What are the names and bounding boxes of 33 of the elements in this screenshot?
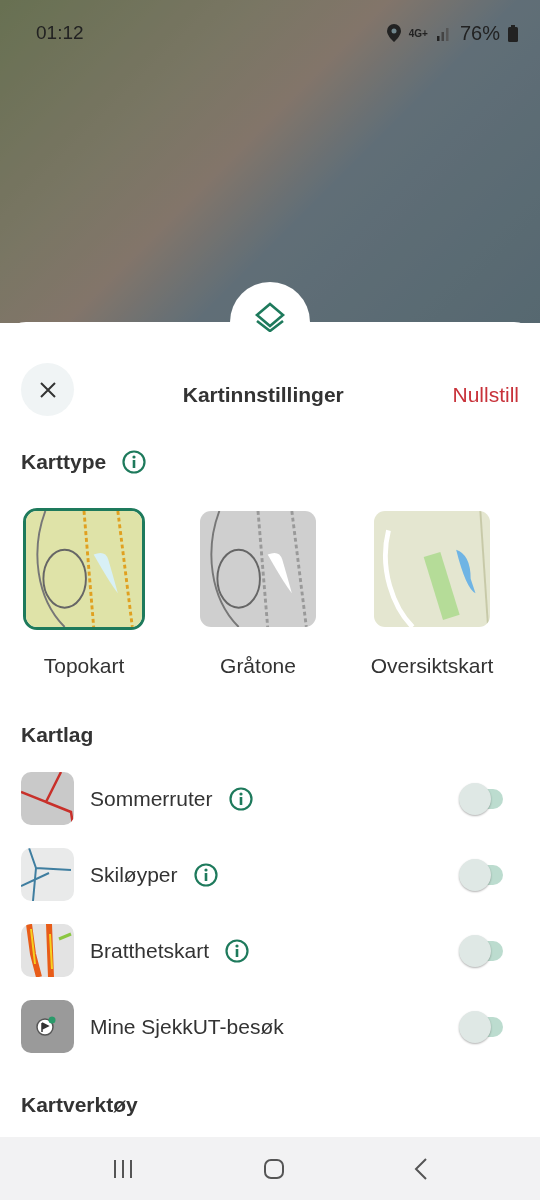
home-icon[interactable] (263, 1157, 285, 1180)
info-icon[interactable] (193, 862, 218, 887)
info-icon[interactable] (122, 449, 147, 474)
signal-icon (435, 25, 452, 41)
section-heading: Kartverktøy (21, 1092, 138, 1116)
layer-label: Sommerruter (90, 785, 213, 812)
map-thumbnail[interactable] (23, 507, 145, 630)
map-type-label[interactable]: Gråtone (220, 649, 296, 681)
layer-label: Skiløyper (90, 861, 178, 888)
layer-thumbnail (21, 772, 74, 825)
layer-label: Mine SjekkUT-besøk (90, 1013, 284, 1040)
sheet-title: Kartinnstillinger (182, 383, 344, 406)
map-type-label[interactable]: Oversiktskart (370, 649, 494, 681)
close-icon (39, 381, 56, 398)
recent-apps-icon[interactable] (112, 1158, 135, 1179)
map-type-label[interactable]: Topokart (43, 649, 125, 681)
layer-thumbnail (21, 848, 74, 901)
battery-percent: 76% (459, 21, 500, 46)
section-heading: Kartlag (21, 723, 94, 746)
close-button[interactable] (21, 363, 74, 416)
back-icon[interactable] (413, 1157, 428, 1180)
info-icon[interactable] (225, 938, 250, 963)
battery-icon (508, 24, 518, 42)
section-heading: Karttype (21, 449, 107, 475)
layer-thumbnail (21, 1000, 74, 1053)
reset-button[interactable]: Nullstill (452, 363, 519, 411)
network-type: 4G+ (408, 26, 428, 41)
status-time: 01:12 (36, 20, 84, 45)
location-icon (386, 24, 401, 42)
layer-thumbnail (21, 924, 74, 977)
layer-label: Bratthetskart (90, 937, 210, 964)
layers-icon (254, 302, 286, 332)
info-icon[interactable] (228, 786, 253, 811)
